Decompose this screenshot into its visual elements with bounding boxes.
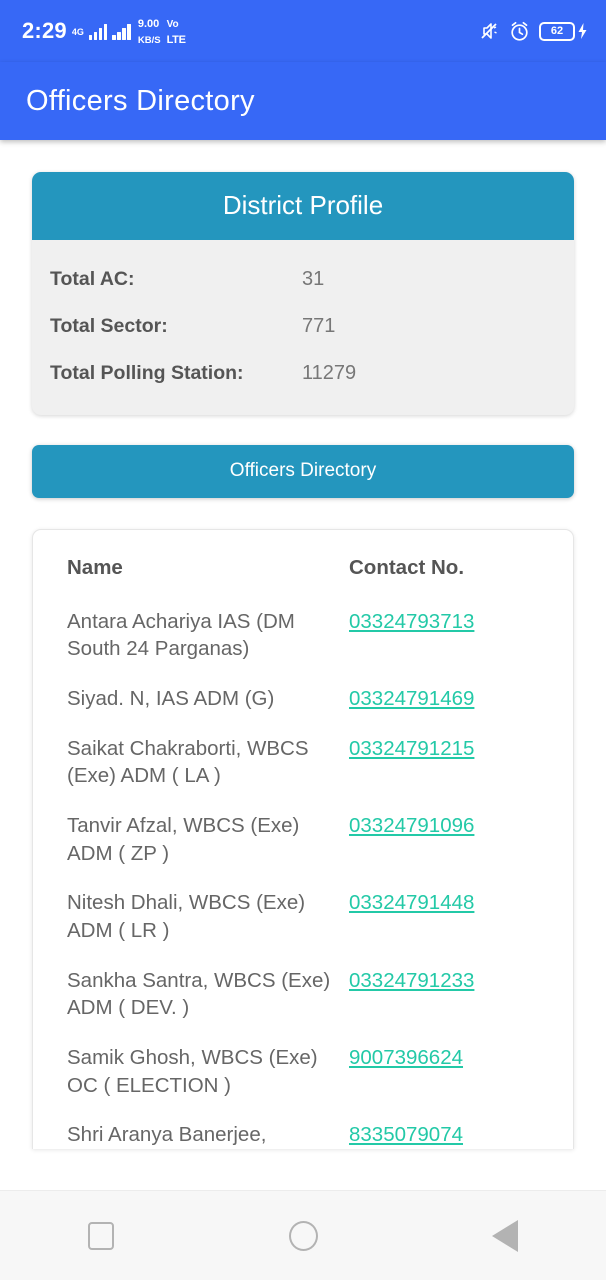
nav-recents-button[interactable]: [61, 1206, 141, 1266]
officer-contact[interactable]: 03324791469: [349, 685, 474, 713]
data-speed-unit: KB/S: [137, 35, 161, 46]
scroll-content[interactable]: District Profile Total AC: 31 Total Sect…: [0, 140, 606, 1190]
profile-row-label: Total Sector:: [50, 315, 168, 337]
officer-contact[interactable]: 03324791215: [349, 735, 474, 763]
nav-back-button[interactable]: [465, 1206, 545, 1266]
officers-directory-button[interactable]: Officers Directory: [32, 445, 574, 498]
phone-link[interactable]: 9007396624: [349, 1046, 463, 1069]
officer-name: Samik Ghosh, WBCS (Exe) OC ( ELECTION ): [67, 1046, 318, 1097]
table-row: Siyad. N, IAS ADM (G) 03324791469: [33, 685, 573, 713]
profile-row-value: 11279: [302, 362, 357, 384]
officer-name: Antara Achariya IAS (DM South 24 Pargana…: [67, 609, 295, 661]
app-bar: Officers Directory: [0, 62, 606, 140]
officer-contact[interactable]: 9007396624: [349, 1044, 463, 1072]
district-profile-title: District Profile: [32, 172, 574, 240]
signal-bars-sim1-icon: [88, 23, 108, 40]
phone-link[interactable]: 8335079074: [349, 1123, 463, 1146]
officer-contact[interactable]: 03324793713: [349, 608, 474, 636]
android-navigation-bar: [0, 1190, 606, 1280]
phone-link[interactable]: 03324791469: [349, 687, 474, 710]
column-header-name: Name: [67, 556, 123, 579]
charging-bolt-icon: [578, 23, 587, 39]
table-row: Samik Ghosh, WBCS (Exe) OC ( ELECTION ) …: [33, 1044, 573, 1099]
profile-row-value: 31: [302, 268, 325, 290]
profile-row: Total AC: 31: [32, 256, 574, 303]
column-header-contact: Contact No.: [349, 556, 465, 579]
triangle-back-icon: [492, 1219, 518, 1252]
officer-contact[interactable]: 8335079074: [349, 1121, 463, 1149]
officer-name: Siyad. N, IAS ADM (G): [67, 687, 275, 711]
district-profile-card: District Profile Total AC: 31 Total Sect…: [32, 172, 574, 415]
table-row: Saikat Chakraborti, WBCS (Exe) ADM ( LA …: [33, 735, 573, 790]
phone-link[interactable]: 03324793713: [349, 610, 474, 633]
table-row: Shri Aranya Banerjee, 8335079074: [33, 1121, 573, 1149]
phone-link[interactable]: 03324791096: [349, 814, 474, 837]
battery-body: 62: [539, 21, 575, 41]
officer-name: Sankha Santra, WBCS (Exe) ADM ( DEV. ): [67, 968, 331, 1020]
status-bar-right: 62: [478, 21, 588, 42]
officer-contact[interactable]: 03324791096: [349, 812, 474, 840]
network-type-label: 4G: [71, 26, 84, 37]
status-bar: 2:29 4G 9.00 KB/S Vo LTE 62: [0, 0, 606, 62]
table-row: Antara Achariya IAS (DM South 24 Pargana…: [33, 608, 573, 663]
signal-bars-sim2-icon: [112, 23, 131, 40]
profile-row-value: 771: [302, 315, 336, 337]
data-speed-value: 9.00: [137, 17, 160, 30]
phone-screen: 2:29 4G 9.00 KB/S Vo LTE 62 Officers Dir…: [0, 0, 606, 1280]
table-row: Nitesh Dhali, WBCS (Exe) ADM ( LR ) 0332…: [33, 889, 573, 944]
phone-link[interactable]: 03324791233: [349, 969, 474, 992]
volte-bottom-text: LTE: [166, 34, 186, 46]
alarm-clock-icon: [509, 21, 530, 42]
profile-row-label: Total Polling Station:: [50, 362, 244, 384]
table-row: Tanvir Afzal, WBCS (Exe) ADM ( ZP ) 0332…: [33, 812, 573, 867]
officer-name: Saikat Chakraborti, WBCS (Exe) ADM ( LA …: [67, 736, 309, 788]
table-row: Sankha Santra, WBCS (Exe) ADM ( DEV. ) 0…: [33, 967, 573, 1022]
officer-contact[interactable]: 03324791233: [349, 967, 474, 995]
phone-link[interactable]: 03324791215: [349, 737, 474, 760]
phone-link[interactable]: 03324791448: [349, 891, 474, 914]
table-header-row: Name Contact No.: [33, 554, 573, 582]
vibrate-mute-icon: [478, 21, 500, 41]
officers-directory-table: Name Contact No. Antara Achariya IAS (DM…: [32, 529, 574, 1150]
officer-name: Shri Aranya Banerjee,: [67, 1123, 267, 1147]
officer-contact[interactable]: 03324791448: [349, 889, 474, 917]
square-icon: [88, 1221, 114, 1250]
profile-row: Total Sector: 771: [32, 303, 574, 350]
circle-icon: [288, 1220, 318, 1251]
status-clock: 2:29: [22, 18, 67, 43]
volte-indicator-icon: Vo LTE: [167, 15, 186, 48]
status-bar-left: 2:29 4G 9.00 KB/S Vo LTE: [22, 15, 186, 48]
data-speed-indicator: 9.00 KB/S: [138, 15, 161, 48]
officer-name: Tanvir Afzal, WBCS (Exe) ADM ( ZP ): [67, 814, 300, 865]
page-title: Officers Directory: [26, 84, 255, 117]
battery-level-label: 62: [550, 25, 564, 37]
officer-name: Nitesh Dhali, WBCS (Exe) ADM ( LR ): [67, 891, 306, 943]
volte-top-text: Vo: [166, 18, 179, 30]
district-profile-body: Total AC: 31 Total Sector: 771 Total Pol…: [32, 240, 574, 415]
nav-home-button[interactable]: [263, 1206, 343, 1266]
profile-row: Total Polling Station: 11279: [32, 350, 574, 397]
battery-icon: 62: [539, 21, 588, 41]
profile-row-label: Total AC:: [50, 268, 135, 290]
